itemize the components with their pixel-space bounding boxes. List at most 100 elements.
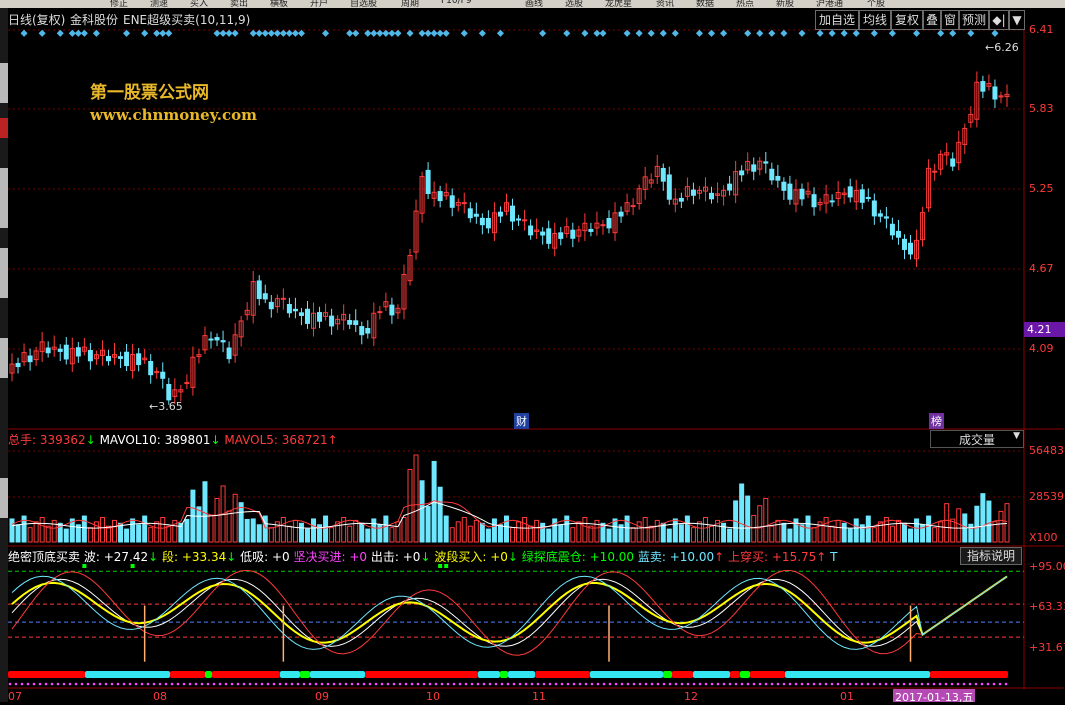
signal-dot [170,682,174,686]
signal-dot [194,682,198,686]
indicator-legend-item: ↑ [816,550,831,564]
volume-bar [552,518,558,543]
volume-bar [642,517,648,543]
volume-bar [630,527,636,543]
signal-dot [776,682,780,686]
dropdown-icon[interactable]: ▼ [1009,10,1025,30]
overlay-button[interactable]: 叠 [923,10,941,30]
indicator-legend-item: +0 [490,550,508,564]
ma-line-button[interactable]: 均线 [859,10,891,30]
signal-dot [218,682,222,686]
volume-bar [775,519,781,543]
indicator-legend-item: 低吸: [240,550,272,564]
signal-diamond [219,29,227,37]
candle-body [540,231,546,236]
candle-body [329,315,335,327]
ranking-marker[interactable]: 榜 [929,413,944,429]
mavol5-value: 368721 [281,433,328,447]
volume-bar [401,517,407,543]
signal-dot [980,682,984,686]
signal-dot [680,682,684,686]
signal-dot [314,682,318,686]
finance-marker[interactable]: 财 [514,413,529,429]
signal-diamond [816,29,824,37]
candle-body [908,242,914,255]
signal-dot [416,682,420,686]
candle-body [437,191,443,202]
forecast-button[interactable]: 预测 [959,10,989,30]
signal-dot [992,682,996,686]
signal-dot [98,682,102,686]
signal-dot [590,682,594,686]
candle-body [160,371,166,379]
volume-bar [980,493,986,543]
signal-diamond [376,29,384,37]
signal-diamond [828,29,836,37]
volume-tick-1: 56483 [1029,444,1064,457]
volume-bar [678,524,684,543]
candle-body [787,183,793,200]
volume-bar [455,521,461,543]
period-label[interactable]: 日线(复权) [8,11,65,28]
indicator-legend-item: 绝密顶底买卖 [8,550,84,564]
indicator-tick-1: +95.00 [1029,560,1065,573]
signal-dot [44,682,48,686]
indicator-legend-item: T [830,550,838,564]
signal-strip-segment [280,671,300,678]
signal-dot [740,682,744,686]
signal-dot [452,682,456,686]
signal-dot [56,682,60,686]
signal-diamond [141,29,149,37]
volume-indicator-select[interactable]: 成交量 ▼ [930,430,1024,448]
candle-body [262,293,268,300]
volume-bar [250,518,256,543]
signal-dot [152,682,156,686]
volume-bar [926,515,932,543]
volume-bar [15,524,21,543]
volume-bar [998,510,1004,543]
add-watch-button[interactable]: 加自选 [815,10,859,30]
signal-strip-segment [730,671,740,678]
signal-dot [596,682,600,686]
volume-bar [690,527,696,543]
window-button[interactable]: 窗 [941,10,959,30]
signal-dot [368,682,372,686]
signal-dot [392,682,396,686]
formula-name[interactable]: ENE超级买卖(10,11,9) [123,11,250,28]
candle-body [298,312,304,316]
candle-body [425,169,431,194]
signal-diamond [159,29,167,37]
signal-diamond [388,29,396,37]
candle-body [461,202,467,205]
watermark-url: www.chnmoney.com [90,106,257,124]
restore-rights-button[interactable]: 复权 [891,10,923,30]
candle-body [148,361,154,376]
candle-body [256,280,262,300]
volume-bar [938,521,944,543]
indicator-legend-item: 波: [83,550,104,564]
signal-dot [758,682,762,686]
signal-diamond [291,29,299,37]
expand-icon[interactable]: ◆| [989,10,1009,30]
signal-diamond [744,29,752,37]
signal-dot [716,682,720,686]
indicator-help-button[interactable]: 指标说明 [960,547,1022,565]
signal-dot [344,682,348,686]
volume-bar [709,525,715,543]
mavol5-label: MAVOL5: [224,433,278,447]
signal-diamond [780,29,788,37]
signal-dot [800,682,804,686]
candle-body [136,353,142,366]
candle-body [497,211,503,217]
volume-bar [654,519,660,543]
signal-dot [632,682,636,686]
signal-dot [248,682,252,686]
signal-dot [62,682,66,686]
candle-body [516,218,522,221]
indicator-legend-item: 坚决买进: [293,550,350,564]
volume-bar [268,527,274,543]
signal-dot [614,682,618,686]
signal-diamond [231,29,239,37]
signal-strip-segment [500,671,508,678]
candle-body [769,168,775,181]
